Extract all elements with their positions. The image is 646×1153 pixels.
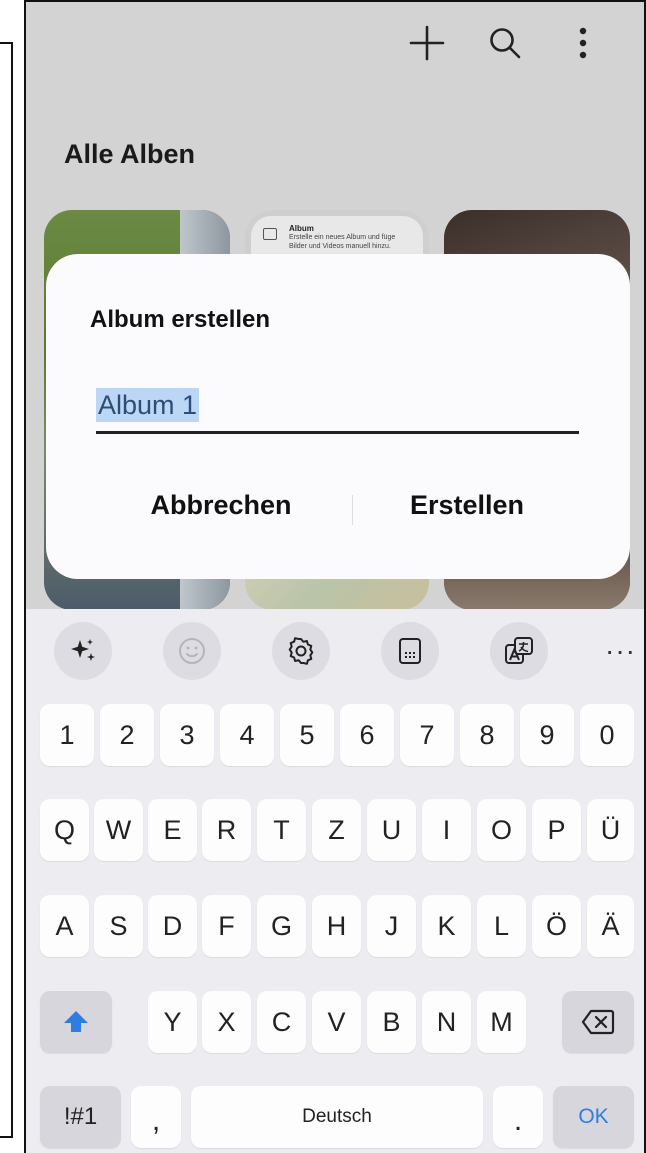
- shift-icon: [64, 1011, 88, 1032]
- key-e[interactable]: E: [148, 799, 197, 861]
- card-heading: Album: [289, 224, 314, 233]
- key-u[interactable]: U: [367, 799, 416, 861]
- key-d[interactable]: D: [148, 895, 197, 957]
- key-5[interactable]: 5: [280, 704, 334, 766]
- plus-icon[interactable]: [406, 22, 448, 64]
- settings-icon[interactable]: [272, 622, 330, 680]
- cancel-button[interactable]: Abbrechen: [96, 490, 346, 521]
- key-0[interactable]: 0: [580, 704, 634, 766]
- left-margin: [0, 0, 22, 1153]
- key-r[interactable]: R: [202, 799, 251, 861]
- create-button[interactable]: Erstellen: [342, 490, 592, 521]
- translate-icon[interactable]: [490, 622, 548, 680]
- ok-key[interactable]: OK: [553, 1086, 634, 1148]
- key-ue[interactable]: Ü: [587, 799, 634, 861]
- more-vert-icon[interactable]: [562, 22, 604, 64]
- frame-line: [11, 42, 13, 1138]
- card-text: Erstelle ein neues Album und füge Bilder…: [289, 234, 396, 250]
- key-y[interactable]: Y: [148, 991, 197, 1053]
- frame-line: [0, 1136, 12, 1138]
- key-h[interactable]: H: [312, 895, 361, 957]
- key-x[interactable]: X: [202, 991, 251, 1053]
- key-a[interactable]: A: [40, 895, 89, 957]
- space-key[interactable]: Deutsch: [191, 1086, 483, 1148]
- comma-key[interactable]: ,: [131, 1086, 181, 1148]
- key-z[interactable]: Z: [312, 799, 361, 861]
- keyboard-toolbar: ···: [26, 609, 644, 691]
- key-g[interactable]: G: [257, 895, 306, 957]
- key-9[interactable]: 9: [520, 704, 574, 766]
- backspace-key[interactable]: [562, 991, 634, 1053]
- key-ae[interactable]: Ä: [587, 895, 634, 957]
- key-c[interactable]: C: [257, 991, 306, 1053]
- keyboard-keys: 1 2 3 4 5 6 7 8 9 0 Q W E R T Z U I O P …: [26, 691, 644, 1153]
- keyboard: ··· 1 2 3 4 5 6 7 8 9 0 Q W E R T Z U I …: [26, 609, 644, 1153]
- backspace-icon: [581, 1009, 615, 1035]
- key-i[interactable]: I: [422, 799, 471, 861]
- page-title: Alle Alben: [64, 139, 196, 169]
- emoji-icon[interactable]: [163, 622, 221, 680]
- image-icon: [263, 228, 277, 240]
- more-icon[interactable]: ···: [605, 635, 636, 667]
- key-m[interactable]: M: [477, 991, 526, 1053]
- key-2[interactable]: 2: [100, 704, 154, 766]
- key-1[interactable]: 1: [40, 704, 94, 766]
- key-k[interactable]: K: [422, 895, 471, 957]
- symbols-key[interactable]: !#1: [40, 1086, 121, 1148]
- shift-key[interactable]: [40, 991, 112, 1053]
- key-s[interactable]: S: [94, 895, 143, 957]
- key-p[interactable]: P: [532, 799, 581, 861]
- key-l[interactable]: L: [477, 895, 526, 957]
- key-t[interactable]: T: [257, 799, 306, 861]
- key-oe[interactable]: Ö: [532, 895, 581, 957]
- dialog-title: Album erstellen: [90, 306, 271, 333]
- key-w[interactable]: W: [94, 799, 143, 861]
- keyboard-mode-icon[interactable]: [381, 622, 439, 680]
- search-icon[interactable]: [484, 22, 526, 64]
- key-3[interactable]: 3: [160, 704, 214, 766]
- sparkle-icon[interactable]: [54, 622, 112, 680]
- top-app-bar: [406, 22, 604, 64]
- create-album-dialog: Album erstellen Album 1 Abbrechen Erstel…: [46, 254, 630, 579]
- key-n[interactable]: N: [422, 991, 471, 1053]
- key-j[interactable]: J: [367, 895, 416, 957]
- key-v[interactable]: V: [312, 991, 361, 1053]
- key-7[interactable]: 7: [400, 704, 454, 766]
- key-o[interactable]: O: [477, 799, 526, 861]
- period-key[interactable]: .: [493, 1086, 543, 1148]
- selected-text: Album 1: [96, 388, 200, 422]
- key-8[interactable]: 8: [460, 704, 514, 766]
- key-6[interactable]: 6: [340, 704, 394, 766]
- key-f[interactable]: F: [202, 895, 251, 957]
- key-4[interactable]: 4: [220, 704, 274, 766]
- key-b[interactable]: B: [367, 991, 416, 1053]
- phone-screen: Alle Alben Album Erstelle ein neues Albu…: [24, 0, 646, 1153]
- key-q[interactable]: Q: [40, 799, 89, 861]
